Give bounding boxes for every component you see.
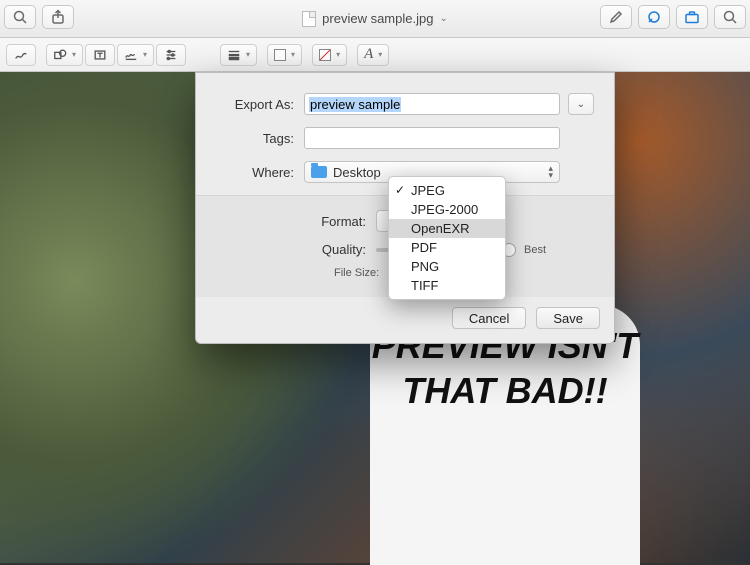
adjust-tool[interactable] (156, 44, 186, 66)
format-option-pdf[interactable]: PDF (389, 238, 505, 257)
markup-pencil-button[interactable] (600, 5, 632, 29)
markup-toggle-button[interactable] (638, 5, 670, 29)
file-size-label: File Size: (334, 267, 379, 279)
where-value: Desktop (333, 165, 381, 180)
share-button[interactable] (42, 5, 74, 29)
search-button[interactable] (714, 5, 746, 29)
share-icon (50, 9, 66, 25)
chevron-down-icon: ▾ (291, 50, 295, 59)
window-title: preview sample.jpg (322, 11, 433, 26)
text-style-icon: A (364, 46, 373, 63)
export-as-input[interactable]: preview sample (304, 93, 560, 115)
cancel-button-label: Cancel (469, 311, 509, 326)
chevron-down-icon: ▾ (246, 50, 250, 59)
chevron-down-icon: ▾ (72, 50, 76, 59)
quality-best-label: Best (524, 244, 546, 256)
chevron-down-icon: ▾ (378, 50, 382, 59)
export-as-value: preview sample (309, 97, 401, 112)
markup-toolbar: ▾ ▾ ▾ ▾ ▾ A ▾ (0, 38, 750, 72)
sign-tool[interactable]: ▾ (117, 44, 154, 66)
scribble-icon (14, 48, 28, 62)
document-icon (302, 11, 316, 27)
toolbox-icon (646, 9, 662, 25)
stroke-color-tool[interactable]: ▾ (267, 44, 302, 66)
line-weight-tool[interactable]: ▾ (220, 44, 257, 66)
no-fill-swatch-icon (319, 49, 331, 61)
title-dropdown-icon[interactable]: ⌄ (439, 13, 447, 24)
format-option-jpeg[interactable]: ✓ JPEG (389, 181, 505, 200)
format-dropdown-menu: ✓ JPEG JPEG-2000 OpenEXR PDF PNG TIFF (388, 176, 506, 300)
updown-icon: ▴▾ (548, 165, 553, 179)
where-label: Where: (216, 165, 294, 180)
lines-icon (227, 48, 241, 62)
fill-color-tool[interactable]: ▾ (312, 44, 347, 66)
shapes-tool[interactable]: ▾ (46, 44, 83, 66)
color-swatch-icon (274, 49, 286, 61)
format-option-jpeg2000[interactable]: JPEG-2000 (389, 200, 505, 219)
photo-card: PREVIEW ISN'T THAT BAD!! (370, 305, 640, 565)
briefcase-icon (684, 9, 700, 25)
text-style-tool[interactable]: A ▾ (357, 44, 389, 66)
shapes-icon (53, 48, 67, 62)
expand-save-panel-button[interactable]: ⌄ (568, 93, 594, 115)
sliders-icon (164, 48, 178, 62)
chevron-down-icon: ▾ (336, 50, 340, 59)
search-icon (722, 9, 738, 25)
export-as-label: Export As: (216, 97, 294, 112)
save-button[interactable]: Save (536, 307, 600, 329)
chevron-down-icon: ▾ (143, 50, 147, 59)
cancel-button[interactable]: Cancel (452, 307, 526, 329)
tags-label: Tags: (216, 131, 294, 146)
window-titlebar: preview sample.jpg ⌄ (0, 0, 750, 38)
format-option-png[interactable]: PNG (389, 257, 505, 276)
quality-label: Quality: (216, 242, 366, 257)
magnifier-icon (12, 9, 28, 25)
format-label: Format: (216, 214, 366, 229)
save-button-label: Save (553, 311, 583, 326)
signature-icon (124, 48, 138, 62)
text-tool[interactable] (85, 44, 115, 66)
zoom-tool-button[interactable] (4, 5, 36, 29)
folder-icon (311, 166, 327, 178)
chevron-down-icon: ⌄ (577, 99, 585, 110)
format-option-tiff[interactable]: TIFF (389, 276, 505, 295)
checkmark-icon: ✓ (395, 183, 405, 197)
draw-tool[interactable] (6, 44, 36, 66)
tags-input[interactable] (304, 127, 560, 149)
format-option-openexr[interactable]: OpenEXR (389, 219, 505, 238)
pencil-icon (608, 9, 624, 25)
text-box-icon (93, 48, 107, 62)
inspector-button[interactable] (676, 5, 708, 29)
